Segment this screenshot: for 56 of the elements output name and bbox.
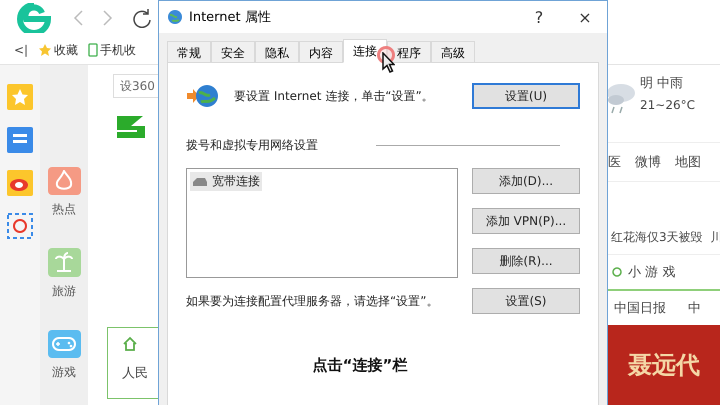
temperature: 21~26°C	[640, 98, 696, 112]
palm-tree-icon	[54, 251, 74, 274]
gamepad-icon	[52, 336, 76, 352]
home-icon	[122, 336, 138, 352]
app-label: 游戏	[52, 364, 76, 381]
back-icon	[72, 9, 84, 27]
eye-logo-icon	[7, 170, 33, 196]
connection-item[interactable]: 宽带连接	[190, 172, 262, 191]
window-title: Internet 属性	[189, 9, 272, 26]
connection-button[interactable]: 添加(D)...	[472, 168, 580, 194]
tab[interactable]: 内容	[299, 41, 343, 63]
reload-icon	[132, 8, 152, 28]
bookmark-link[interactable]: 收藏	[38, 42, 78, 58]
ad-banner[interactable]: 聂远代	[606, 325, 720, 405]
nav-link[interactable]: 地图	[675, 153, 701, 171]
tab[interactable]: 高级	[431, 41, 475, 63]
headline-link[interactable]: 川	[710, 228, 720, 246]
connection-button[interactable]: 添加 VPN(P)...	[472, 208, 580, 234]
game-circle-icon	[612, 267, 622, 277]
modem-icon	[192, 176, 208, 188]
nav-link[interactable]: 微博	[635, 153, 661, 171]
phone-icon	[88, 43, 98, 57]
proxy-text: 如果要为连接配置代理服务器，请选择“设置”。	[186, 292, 438, 310]
nav-link[interactable]: 医	[608, 153, 621, 171]
browser-logo-icon	[14, 3, 54, 33]
help-button[interactable]: ?	[519, 2, 559, 32]
connection-button[interactable]: 删除(R)...	[472, 248, 580, 274]
site-link[interactable]: 中	[688, 299, 701, 317]
headline-link[interactable]: 红花海仅3天被毁	[611, 228, 703, 246]
list-icon	[7, 127, 33, 153]
app-tile[interactable]	[48, 248, 80, 277]
section-title: 小 游 戏	[628, 264, 676, 281]
app-tile[interactable]	[48, 330, 80, 358]
globe-icon	[167, 9, 183, 25]
app-label: 热点	[52, 201, 76, 218]
setup-button[interactable]: 设置(U)	[472, 83, 580, 109]
globe-arrow-icon	[186, 83, 220, 109]
proxy-settings-button[interactable]: 设置(S)	[472, 288, 580, 314]
tab[interactable]: 连接	[343, 39, 387, 63]
cursor-icon	[382, 52, 395, 73]
forward-icon	[102, 9, 114, 27]
intro-text: 要设置 Internet 连接，单击“设置”。	[234, 88, 434, 104]
bookmark-link[interactable]: 手机收	[88, 42, 136, 58]
weather-condition: 明 中雨	[640, 75, 684, 92]
site-link[interactable]: 中国日报	[614, 299, 666, 317]
close-button[interactable]: ×	[565, 2, 605, 32]
star-icon	[38, 43, 52, 57]
video-caption: 点击“连接”栏	[312, 356, 408, 375]
app-label: 旅游	[52, 282, 76, 300]
tab[interactable]: 常规	[167, 41, 211, 63]
sidebar-toggle[interactable]: <|	[14, 43, 28, 57]
panel-text: 人民	[122, 365, 149, 382]
app-tile[interactable]	[48, 167, 80, 196]
section-title: 拨号和虚拟专用网络设置	[186, 137, 318, 154]
tab[interactable]: 安全	[211, 41, 255, 63]
tab[interactable]: 隐私	[255, 41, 299, 63]
